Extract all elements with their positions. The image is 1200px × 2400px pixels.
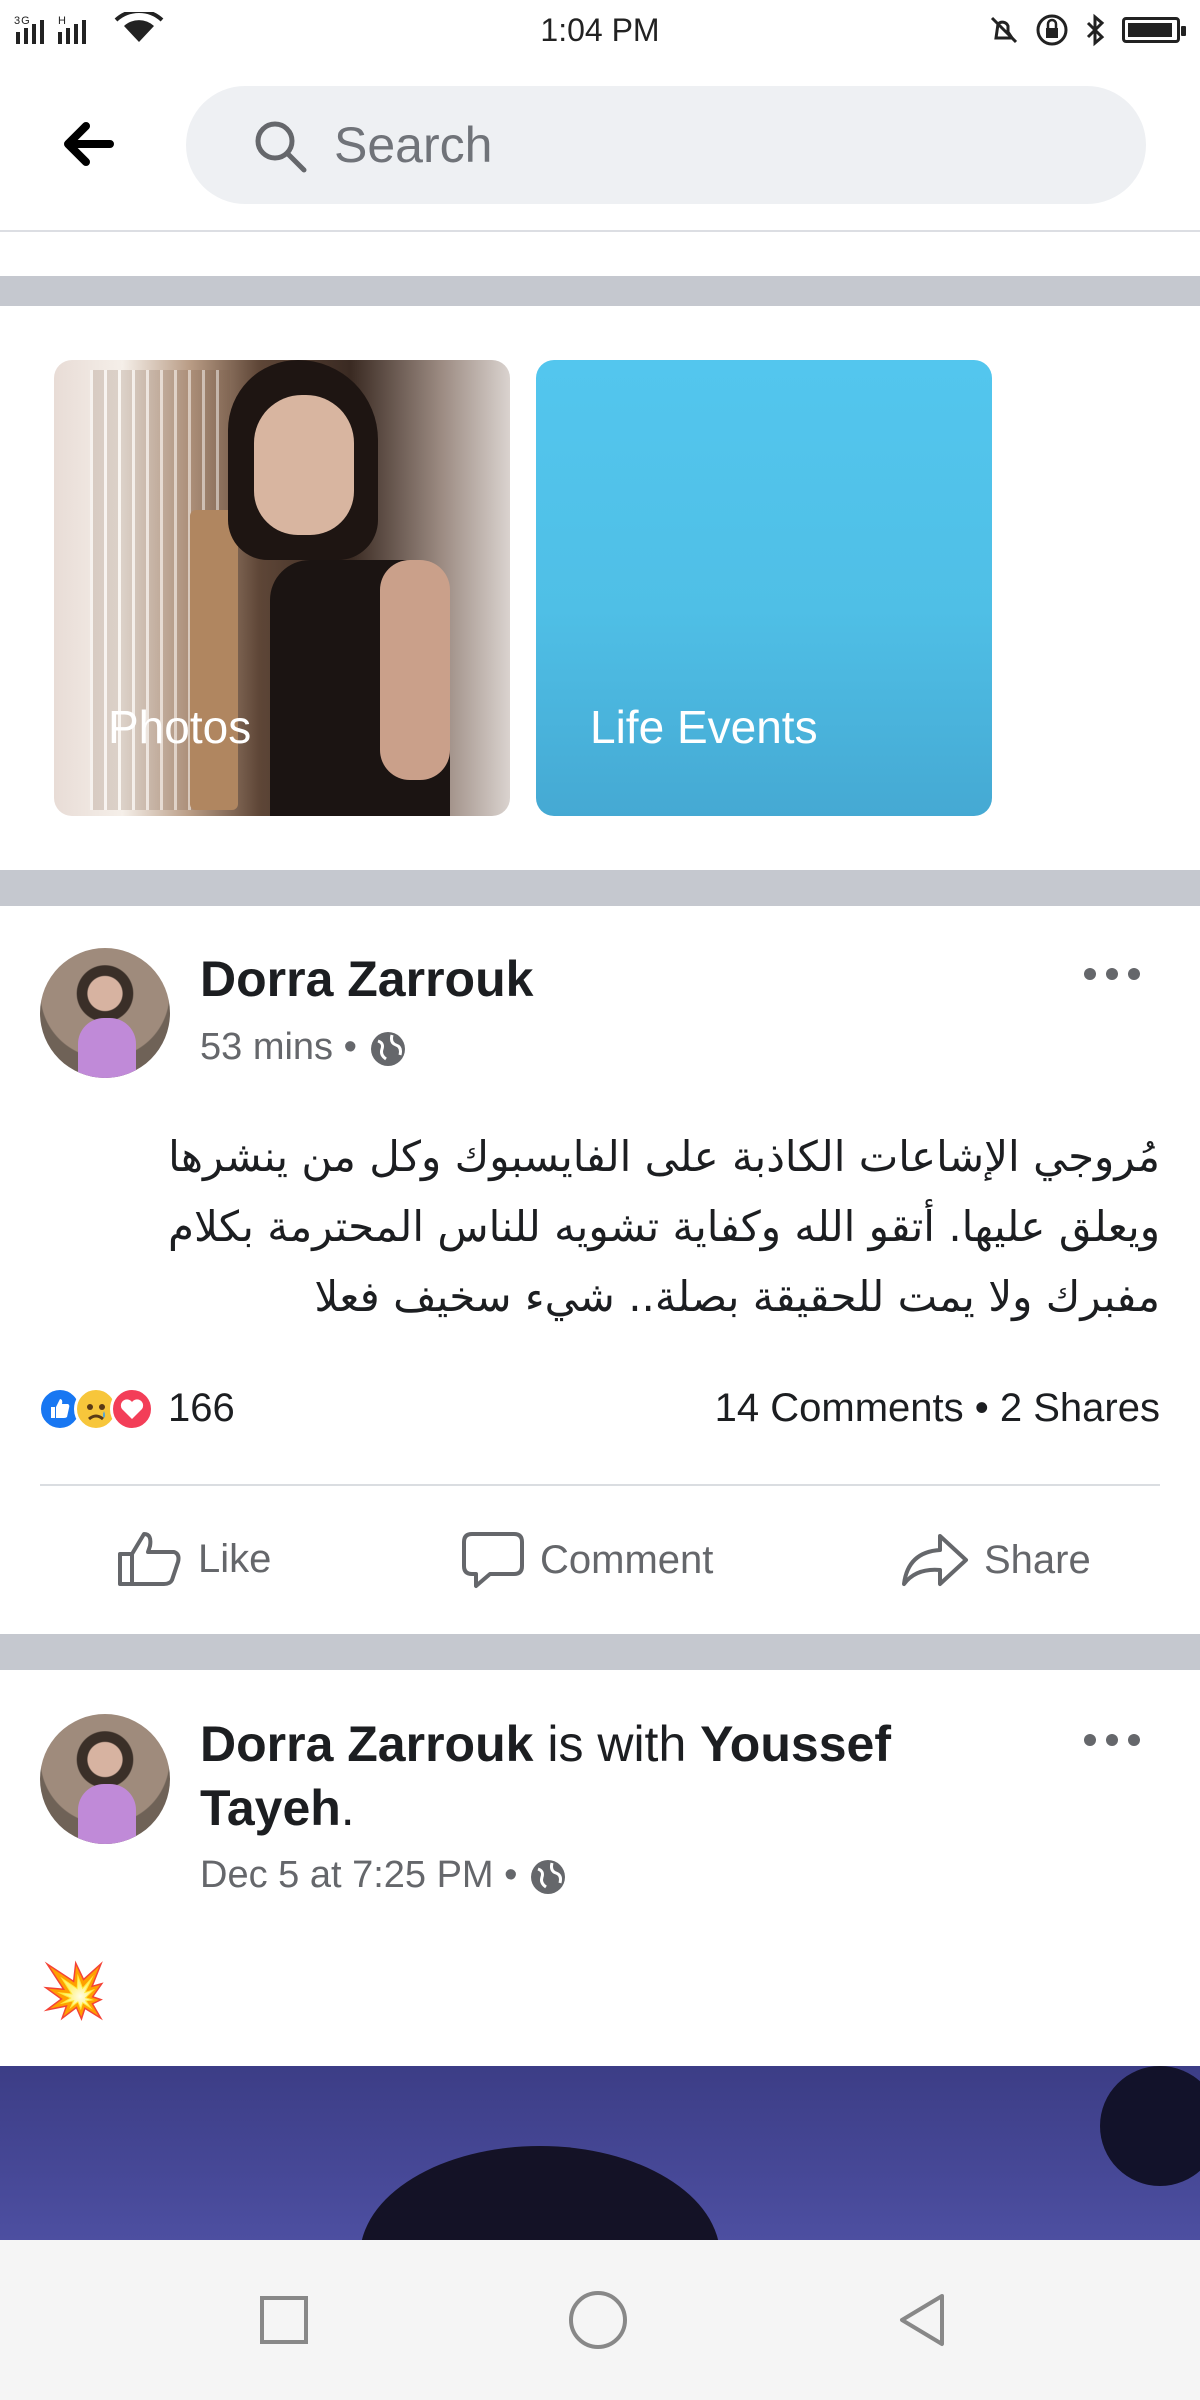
post-author[interactable]: Dorra Zarrouk — [200, 1716, 533, 1772]
more-options-icon[interactable] — [1082, 964, 1142, 984]
status-bar: 3G H 1:04 PM — [0, 0, 1200, 60]
lock-rotation-icon — [1036, 14, 1068, 46]
photos-tile-label: Photos — [108, 701, 252, 753]
tagged-person[interactable]: Youssef — [700, 1716, 891, 1772]
search-placeholder: Search — [334, 117, 493, 173]
globe-icon — [531, 1859, 566, 1894]
section-separator — [0, 276, 1200, 306]
share-button[interactable]: Share — [900, 1530, 1091, 1590]
post-meta: 53 mins • — [200, 1026, 408, 1069]
like-icon — [118, 1532, 181, 1586]
shares-count[interactable]: 2 Shares — [1000, 1386, 1160, 1430]
post-time: Dec 5 at 7:25 PM — [200, 1854, 494, 1896]
image-figure — [360, 2146, 720, 2240]
back-button[interactable] — [58, 114, 118, 174]
life-events-tile-label: Life Events — [590, 701, 818, 753]
image-foliage — [1100, 2066, 1200, 2186]
avatar[interactable] — [40, 948, 170, 1078]
avatar[interactable] — [40, 1714, 170, 1844]
photo-face — [254, 395, 354, 535]
post-emoji: 💥 — [40, 1961, 108, 2021]
post-text-line: مُروجي الإشاعات الكاذبة على الفايسبوك وك… — [168, 1132, 1160, 1181]
post-author-line: Dorra Zarrouk is with Youssef Tayeh. — [200, 1716, 891, 1836]
comment-button[interactable]: Comment — [460, 1530, 713, 1590]
globe-icon — [370, 1031, 405, 1066]
comment-icon — [462, 1532, 524, 1588]
mute-icon — [990, 16, 1018, 44]
post-text-line: مفبرك ولا يمت للحقيقة بصلة.. شيء سخيف فع… — [314, 1272, 1160, 1321]
post-text-line: ويعلق عليها. أتقو الله وكفاية تشويه للنا… — [167, 1202, 1160, 1251]
share-label: Share — [984, 1537, 1091, 1582]
like-button[interactable]: Like — [116, 1530, 271, 1588]
tagged-person-line2[interactable]: Tayeh — [200, 1780, 341, 1836]
love-reaction-icon — [110, 1386, 154, 1431]
home-icon[interactable] — [568, 2290, 628, 2350]
battery-icon — [1122, 17, 1186, 43]
search-icon — [255, 121, 307, 173]
post-meta: Dec 5 at 7:25 PM • — [200, 1854, 568, 1897]
comments-count[interactable]: 14 Comments — [715, 1386, 964, 1430]
reactions-summary[interactable]: 166 — [38, 1386, 235, 1431]
recent-apps-icon[interactable] — [254, 2290, 314, 2350]
more-options-icon[interactable] — [1082, 1730, 1142, 1750]
photo-harp — [190, 510, 238, 810]
share-icon — [902, 1534, 968, 1586]
reaction-count: 166 — [168, 1386, 235, 1430]
post-author[interactable]: Dorra Zarrouk — [200, 950, 533, 1008]
back-nav-icon[interactable] — [892, 2290, 952, 2350]
like-label: Like — [198, 1536, 272, 1581]
post-time: 53 mins — [200, 1026, 334, 1068]
post-text: مُروجي الإشاعات الكاذبة على الفايسبوك وك… — [40, 1122, 1160, 1332]
section-separator — [0, 1634, 1200, 1670]
back-arrow-icon — [64, 122, 114, 166]
bluetooth-icon — [1086, 13, 1105, 47]
with-text: is with — [547, 1716, 687, 1772]
comment-label: Comment — [540, 1537, 714, 1582]
post-divider — [40, 1484, 1160, 1486]
photo-arm — [380, 560, 450, 780]
header-divider — [0, 230, 1200, 232]
post-image[interactable] — [0, 2066, 1200, 2240]
section-separator — [0, 870, 1200, 906]
post-stats[interactable]: 14 Comments • 2 Shares — [715, 1386, 1160, 1431]
search-input[interactable] — [186, 86, 1146, 204]
